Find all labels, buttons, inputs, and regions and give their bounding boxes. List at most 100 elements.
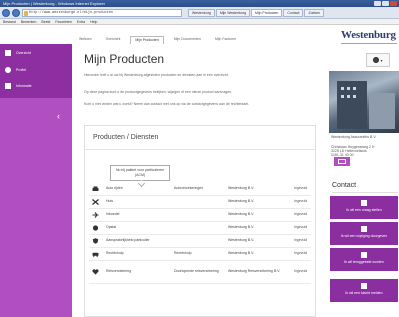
url-text: http://www.westenburgb.nl/mijn-producten <box>29 10 114 15</box>
building-shape <box>369 93 395 129</box>
window-shape <box>353 95 356 98</box>
browser-tab[interactable]: Zoeken <box>304 8 325 17</box>
browser-tab[interactable]: Contact <box>283 8 304 17</box>
product-insurer: Westenburg Reisverzekering B.V. <box>228 269 281 273</box>
site-nav: Welkom Overzicht Mijn Producten Mijn Doc… <box>75 36 240 44</box>
sidebar-item-profiel[interactable]: Profiel <box>5 67 26 73</box>
sidebar-item-overzicht[interactable]: Overzicht <box>5 50 31 56</box>
browser-tab[interactable]: Westenburg <box>188 8 215 17</box>
product-detail: Autoverzekeringen <box>174 186 204 190</box>
shield-icon <box>92 238 99 244</box>
product-status: Ingevuld <box>294 225 308 229</box>
logo-underline <box>341 43 397 44</box>
nav-mijn-facturen[interactable]: Mijn Facturen <box>211 36 240 44</box>
nav-welkom[interactable]: Welkom <box>75 36 96 44</box>
window-controls <box>374 1 397 6</box>
product-name: Aansprakelijkheid particulier <box>106 238 150 242</box>
sidebar-item-label: Informatie <box>16 84 32 88</box>
contact-question-button[interactable]: Ik wil een vraag stellen <box>330 196 398 219</box>
plane-icon <box>92 212 99 218</box>
product-status: Ingevuld <box>294 212 308 216</box>
panel-title: Producten / Diensten <box>93 134 159 141</box>
car-front-icon <box>92 252 99 257</box>
envelope-icon <box>338 159 346 164</box>
table-row[interactable]: Aansprakelijkheid particulier Westenburg… <box>89 235 311 248</box>
window-shape <box>341 87 344 90</box>
menu-item[interactable]: Bestand <box>3 19 16 24</box>
menu-item[interactable]: Extra <box>77 19 85 24</box>
user-icon <box>5 67 11 73</box>
edit-icon <box>361 226 367 232</box>
divider <box>332 192 398 193</box>
page-title: Mijn Producten <box>84 52 165 66</box>
button-label: Ik wil een wijziging doorgeven <box>340 234 388 238</box>
contact-change-button[interactable]: Ik wil een wijziging doorgeven <box>330 222 398 245</box>
table-row[interactable]: Inboedel Westenburg B.V. Ingevuld <box>89 209 311 222</box>
product-insurer: Westenburg B.V. <box>228 251 255 255</box>
email-button[interactable] <box>334 157 350 166</box>
globe-icon <box>92 225 99 231</box>
browser-tab[interactable]: Mijn Westenburg <box>215 8 251 17</box>
menu-item[interactable]: Help <box>90 19 97 24</box>
intro-text: Hieronder treft u al uw bij Westenburg a… <box>84 73 229 77</box>
intro-text: Op deze pagina kunt u de productgegevens… <box>84 90 233 94</box>
button-label: Ik wil teruggebeld worden <box>344 260 384 264</box>
chevron-left-icon[interactable]: ‹ <box>57 112 60 121</box>
sidebar-item-label: Profiel <box>16 68 26 72</box>
back-button[interactable] <box>2 8 10 17</box>
product-name: Huis <box>106 199 114 203</box>
forward-button[interactable] <box>12 8 20 17</box>
product-insurer: Westenburg B.V. <box>228 212 255 216</box>
sidebar-item-informatie[interactable]: Informatie <box>5 83 32 89</box>
address-bar[interactable]: http://www.westenburgb.nl/mijn-producten <box>22 8 182 17</box>
phone-icon <box>361 252 367 258</box>
product-status: Ingevuld <box>294 199 308 203</box>
product-status: Ingevuld <box>294 251 308 255</box>
browser-tabs: Westenburg Mijn Westenburg Mijn Producte… <box>188 8 325 17</box>
intro-text: Kunt u niet vinden wat u zoekt? Neem dan… <box>84 102 250 106</box>
button-label: Ik wil een klacht melden <box>345 291 383 295</box>
site-logo[interactable]: Westenburg <box>341 29 396 41</box>
settings-button[interactable]: ▾ <box>366 53 390 67</box>
tools-icon <box>92 199 99 205</box>
table-row[interactable]: Rechtshulp Rechtshulp Westenburg B.V. In… <box>89 248 311 261</box>
window-shape <box>341 95 344 98</box>
browser-tab-active[interactable]: Mijn Producten <box>251 8 283 17</box>
left-sidebar: Overzicht Profiel Informatie ‹ <box>0 44 72 317</box>
heart-icon <box>92 269 99 275</box>
nav-mijn-producten[interactable]: Mijn Producten <box>130 36 164 44</box>
product-insurer: Westenburg B.V. <box>228 186 255 190</box>
close-button[interactable] <box>390 1 397 6</box>
table-row[interactable]: Auto rijden Autoverzekeringen Westenburg… <box>89 183 311 196</box>
table-row[interactable]: Reisverzekering Doorlopende reisverzeker… <box>89 266 311 284</box>
browser-toolbar: http://www.westenburgb.nl/mijn-producten… <box>0 7 399 19</box>
window-titlebar: Mijn Producten | Westenburg - Windows In… <box>0 0 399 7</box>
window-title: Mijn Producten | Westenburg - Windows In… <box>3 1 105 6</box>
product-name: Auto rijden <box>106 186 123 190</box>
menu-item[interactable]: Bewerken <box>21 19 37 24</box>
product-insurer: Westenburg B.V. <box>228 199 255 203</box>
product-status: Ingevuld <box>294 186 308 190</box>
product-detail: Rechtshulp <box>174 251 192 255</box>
menu-item[interactable]: Beeld <box>41 19 50 24</box>
maximize-button[interactable] <box>382 1 389 6</box>
contact-callback-button[interactable]: Ik wil teruggebeld worden <box>330 248 398 271</box>
table-row[interactable]: Huis Westenburg B.V. Ingevuld <box>89 196 311 209</box>
menu-item[interactable]: Favorieten <box>55 19 72 24</box>
table-row[interactable]: Opstal Westenburg B.V. Ingevuld <box>89 222 311 235</box>
window-shape <box>347 87 350 90</box>
window-shape <box>353 87 356 90</box>
product-status: Ingevuld <box>294 238 308 242</box>
product-insurer: Westenburg B.V. <box>228 225 255 229</box>
product-name: Reisverzekering <box>106 269 132 273</box>
nav-mijn-documenten[interactable]: Mijn Documenten <box>170 36 205 44</box>
office-photo <box>329 71 399 133</box>
product-detail: Doorlopende reisverzekering <box>174 269 219 273</box>
panel-header: Producten / Diensten <box>85 126 315 150</box>
info-icon <box>361 200 367 206</box>
window-shape <box>347 95 350 98</box>
contact-complaint-button[interactable]: Ik wil een klacht melden <box>330 279 398 302</box>
document-icon <box>5 50 11 56</box>
minimize-button[interactable] <box>374 1 381 6</box>
nav-overzicht[interactable]: Overzicht <box>102 36 125 44</box>
